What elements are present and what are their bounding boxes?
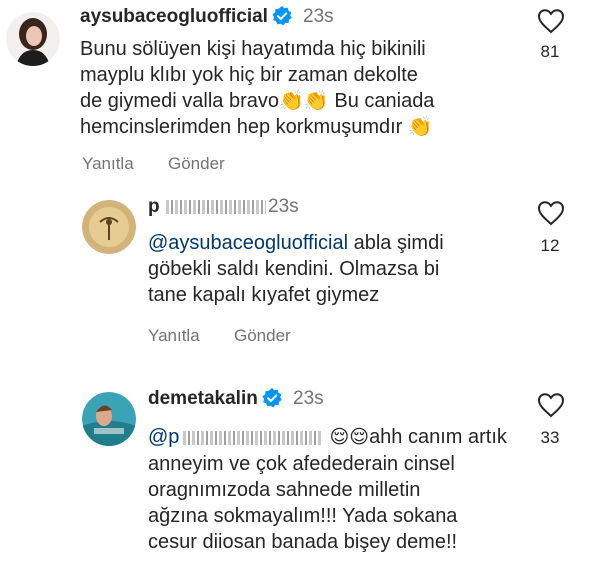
like-count: 12 — [540, 236, 560, 255]
comment-timestamp: 23s — [303, 6, 334, 27]
mention-link[interactable]: @aysubaceogluofficial — [148, 232, 348, 254]
comment-timestamp: 23s — [268, 196, 299, 217]
avatar[interactable] — [82, 392, 136, 446]
comment-timestamp: 23s — [293, 388, 324, 409]
comment-username[interactable]: p — [148, 196, 266, 218]
comment-text: @aysubaceogluofficial abla şimdi göbekli… — [148, 232, 444, 306]
comment-text: Bunu sölüyen kişi hayatımda hiç bikinili… — [80, 38, 435, 138]
send-button[interactable]: Gönder — [168, 154, 225, 174]
reply-button[interactable]: Yanıtla — [82, 154, 134, 174]
redacted-username — [165, 199, 266, 214]
relieved-face-emoji: 😌😌 — [329, 427, 370, 448]
comment-username[interactable]: demetakalin — [148, 388, 258, 410]
like-heart-icon[interactable] — [537, 200, 565, 226]
avatar[interactable] — [6, 12, 60, 66]
comment-username[interactable]: aysubaceogluofficial — [80, 6, 268, 28]
send-button[interactable]: Gönder — [234, 326, 291, 346]
like-heart-icon[interactable] — [537, 392, 565, 418]
avatar[interactable] — [82, 200, 136, 254]
redacted-mention — [183, 430, 324, 445]
verified-badge-icon — [262, 388, 282, 408]
comment-text: @p 😌😌ahh canım artık anneyim ve çok afede… — [148, 426, 507, 553]
like-heart-icon[interactable] — [537, 8, 565, 34]
mention-link[interactable]: @p — [148, 426, 329, 448]
reply-button[interactable]: Yanıtla — [148, 326, 200, 346]
like-count: 33 — [540, 428, 560, 447]
like-count: 81 — [540, 42, 560, 61]
verified-badge-icon — [272, 6, 292, 26]
